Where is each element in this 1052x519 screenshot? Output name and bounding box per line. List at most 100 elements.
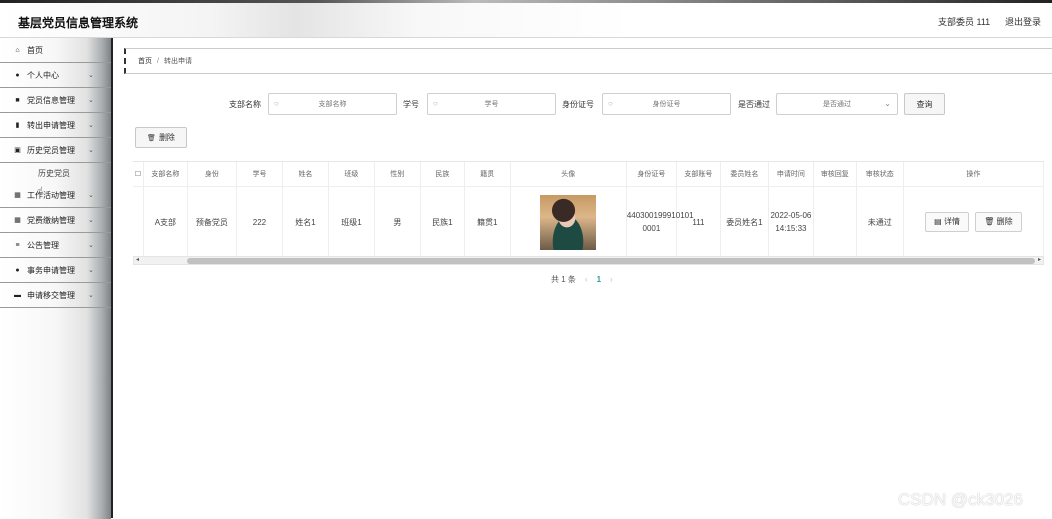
- sidebar-item-label: 工作活动管理: [27, 190, 75, 200]
- sidebar-item-label: 公告管理: [27, 240, 59, 250]
- column-header: 委员姓名: [720, 162, 769, 187]
- approved-field[interactable]: [777, 94, 897, 114]
- sidebar-item-history-members[interactable]: ▣ 历史党员管理 ⌄: [0, 138, 111, 163]
- logout-link[interactable]: 退出登录: [1005, 15, 1041, 28]
- sidebar-item-affairs[interactable]: ● 事务申请管理 ⌄: [0, 258, 111, 283]
- submenu-item-history-member[interactable]: 历史党员: [0, 163, 111, 183]
- table-header-row: ☐ 支部名称 身份 学号 姓名 班级 性别 民族 籍贯 头像 身份证号 支部账号…: [133, 162, 1045, 187]
- query-button[interactable]: 查询: [904, 93, 945, 115]
- cell-actions: ▤ 详情 🗑 删除: [903, 186, 1045, 259]
- student-id-field[interactable]: [428, 94, 555, 114]
- home-icon: ⌂: [15, 46, 20, 54]
- column-header: 审核回复: [813, 162, 857, 187]
- sidebar-item-label: 事务申请管理: [27, 265, 75, 275]
- submenu-item-label: 历史党员: [38, 168, 70, 178]
- cell-native-place: 籍贯1: [464, 186, 511, 259]
- sidebar-item-transfer-apply[interactable]: ▬ 申请移交管理 ⌄: [0, 283, 111, 308]
- search-icon: ○: [433, 99, 438, 108]
- cell-review-reply: [813, 186, 857, 259]
- row-delete-button[interactable]: 🗑 删除: [975, 212, 1022, 232]
- cell-review-status: 未通过: [856, 186, 904, 259]
- chevron-down-icon: ⌄: [88, 292, 94, 299]
- pagination: 共 1 条 ‹ 1 ›: [551, 274, 622, 285]
- card-icon: ■: [15, 96, 20, 104]
- breadcrumb-current: 转出申请: [163, 58, 192, 65]
- row-delete-button-label: 删除: [996, 217, 1013, 226]
- next-page-icon[interactable]: ›: [610, 275, 613, 284]
- sidebar-item-member-info[interactable]: ■ 党员信息管理 ⌄: [0, 88, 111, 113]
- detail-button[interactable]: ▤ 详情: [925, 212, 969, 232]
- column-header: 头像: [510, 162, 627, 187]
- student-id-input[interactable]: ○: [427, 93, 556, 115]
- sidebar-item-label: 首页: [27, 45, 43, 55]
- cell-ethnicity: 民族1: [420, 186, 465, 259]
- main-content: 首页 / 转出申请 支部名称 ○ 学号 ○ 身份证号 ○ 是否通过 ⌄ 查询 🗑…: [111, 38, 1052, 518]
- horizontal-scrollbar[interactable]: ◂ ▸: [133, 256, 1044, 265]
- breadcrumb-separator: /: [157, 57, 159, 65]
- cell-id-card: 440300199910101 0001: [626, 186, 694, 259]
- branch-name-label: 支部名称: [229, 100, 261, 109]
- delete-button[interactable]: 🗑 删除: [135, 127, 187, 148]
- list-icon: ≡: [15, 241, 20, 249]
- data-table: ☐ 支部名称 身份 学号 姓名 班级 性别 民族 籍贯 头像 身份证号 支部账号…: [133, 161, 1045, 268]
- cell-student-id: 222: [236, 186, 283, 259]
- chevron-down-icon: ⌄: [88, 192, 94, 199]
- chevron-down-icon: ⌄: [88, 72, 94, 79]
- chevron-down-icon: ⌄: [88, 147, 94, 154]
- grid-icon: ▦: [14, 192, 21, 199]
- sidebar-item-announcements[interactable]: ≡ 公告管理 ⌄: [0, 233, 111, 258]
- scroll-right-icon[interactable]: ▸: [1038, 256, 1041, 263]
- avatar: [540, 194, 597, 250]
- pin-icon: ●: [15, 266, 20, 274]
- delete-button-label: 删除: [158, 133, 175, 142]
- breadcrumb-home[interactable]: 首页: [138, 56, 152, 66]
- branch-name-field[interactable]: [269, 94, 396, 114]
- column-header: 学号: [236, 162, 283, 187]
- scroll-left-icon[interactable]: ◂: [136, 256, 139, 263]
- chevron-down-icon: ⌄: [88, 122, 94, 129]
- cell-committee-name: 委员姓名1: [720, 186, 769, 259]
- column-header: 申请时间: [768, 162, 814, 187]
- sidebar-item-work-activity[interactable]: ▦ 工作活动管理 ⌄: [0, 183, 111, 208]
- cell-branch: A支部: [143, 186, 188, 259]
- column-header-checkbox[interactable]: ☐: [133, 162, 144, 187]
- sidebar-item-home[interactable]: ⌂ 首页: [0, 38, 111, 63]
- id-card-label: 身份证号: [562, 100, 594, 109]
- header-topbar: [0, 0, 1052, 3]
- id-card-input[interactable]: ○: [602, 93, 731, 115]
- pagination-total: 共 1 条: [551, 275, 576, 284]
- scrollbar-thumb[interactable]: [187, 258, 1035, 264]
- id-card-field[interactable]: [603, 94, 730, 114]
- top-header: 基层党员信息管理系统 支部委员 111 退出登录: [0, 0, 1052, 38]
- sidebar-item-label: 转出申请管理: [27, 120, 75, 130]
- sidebar-item-label: 党员信息管理: [27, 95, 75, 105]
- cell-gender: 男: [374, 186, 421, 259]
- sidebar-item-transfer-out[interactable]: ▮ 转出申请管理 ⌄: [0, 113, 111, 138]
- mouse-cursor-icon: ☝: [37, 186, 44, 197]
- cell-apply-time: 2022-05-06 14:15:33: [768, 186, 814, 259]
- doc-icon: ▣: [14, 147, 21, 154]
- file-icon: ▤: [934, 217, 944, 226]
- user-icon: ●: [15, 71, 20, 79]
- system-title: 基层党员信息管理系统: [18, 16, 139, 30]
- search-icon: ○: [274, 99, 279, 108]
- approved-select[interactable]: ⌄: [776, 93, 898, 115]
- column-header: 民族: [420, 162, 465, 187]
- page-number[interactable]: 1: [597, 275, 601, 284]
- cell-name: 姓名1: [282, 186, 329, 259]
- column-header: 姓名: [282, 162, 329, 187]
- column-header: 操作: [903, 162, 1045, 187]
- column-header: 身份: [187, 162, 237, 187]
- table-row: A支部 预备党员 222 姓名1 班级1 男 民族1 籍贯1 440300199…: [133, 186, 1045, 259]
- branch-name-input[interactable]: ○: [268, 93, 397, 115]
- column-header: 性别: [374, 162, 421, 187]
- prev-page-icon[interactable]: ‹: [585, 275, 588, 284]
- detail-button-label: 详情: [943, 217, 960, 226]
- sidebar-item-personal-center[interactable]: ● 个人中心 ⌄: [0, 63, 111, 88]
- column-header: 支部名称: [143, 162, 188, 187]
- student-id-label: 学号: [403, 100, 419, 109]
- row-checkbox[interactable]: [133, 186, 144, 259]
- sidebar-item-label: 个人中心: [27, 70, 59, 80]
- sidebar-item-dues-payment[interactable]: ▦ 党费缴纳管理 ⌄: [0, 208, 111, 233]
- chevron-down-icon: ⌄: [88, 97, 94, 104]
